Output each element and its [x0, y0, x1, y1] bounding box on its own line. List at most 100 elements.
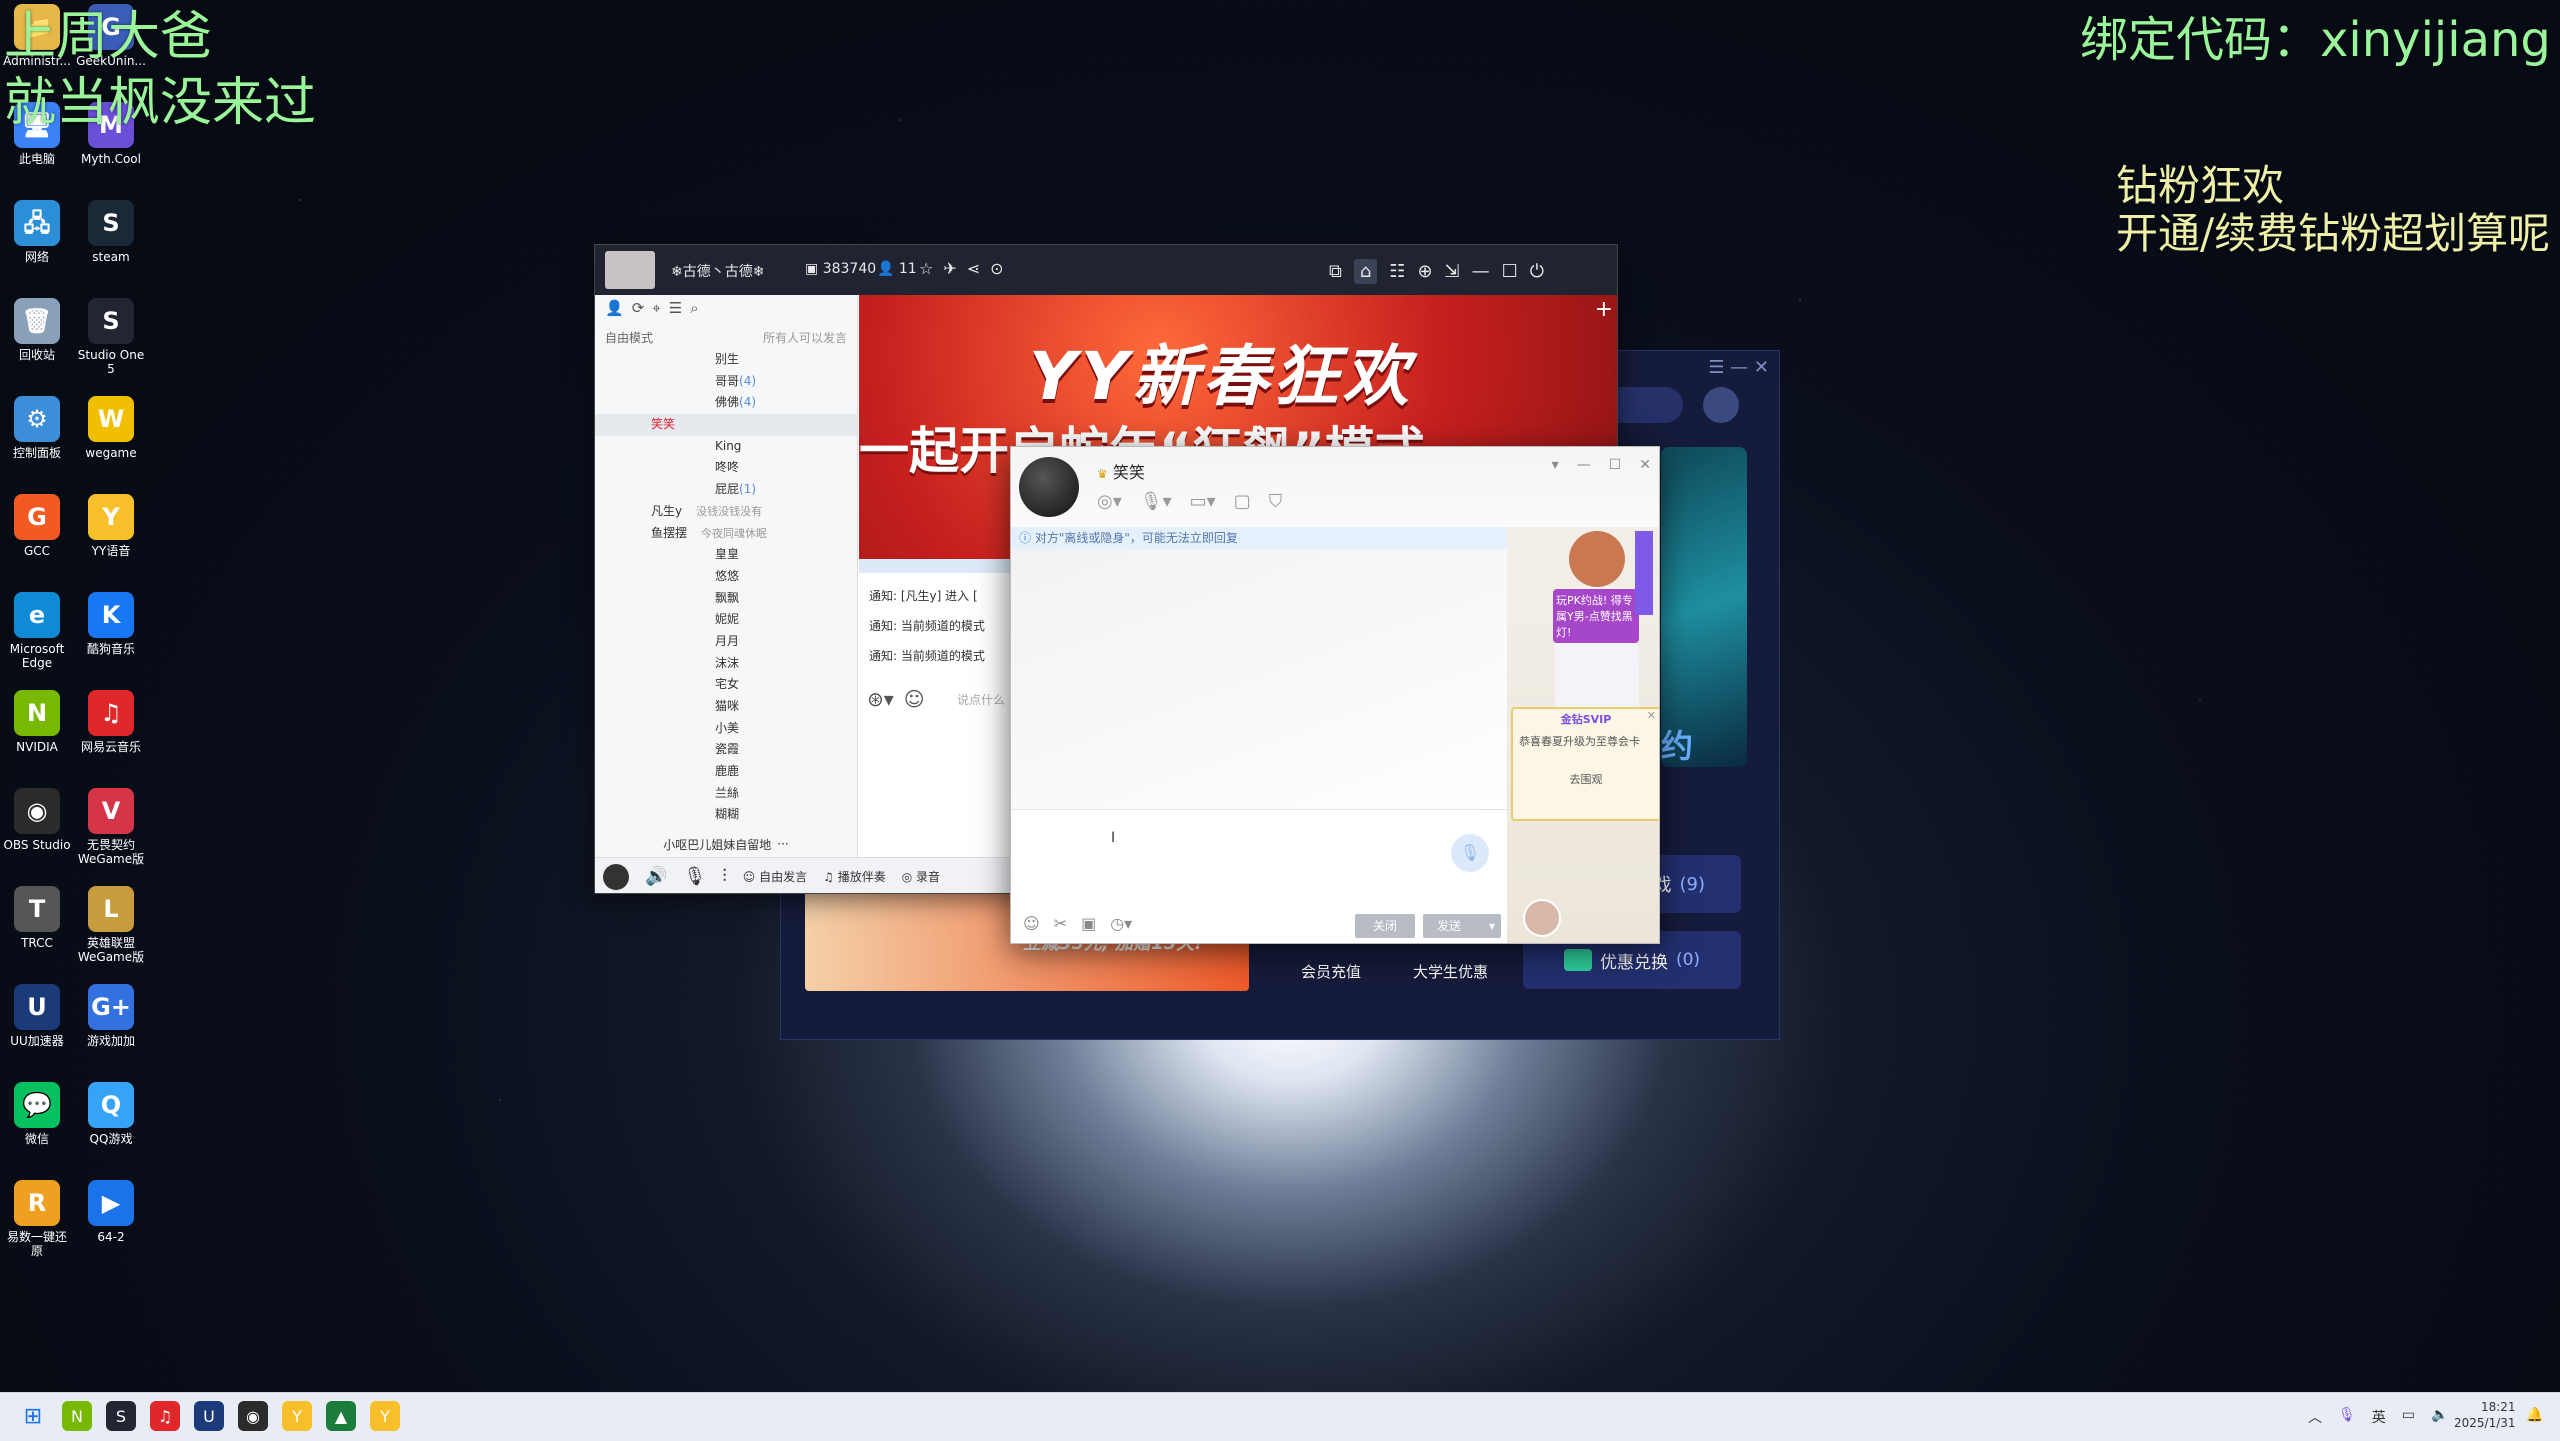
- list-item[interactable]: 笑笑: [595, 414, 857, 436]
- avatar[interactable]: [1019, 457, 1079, 517]
- mode-dropdown[interactable]: 自由模式: [605, 329, 653, 349]
- channel-chat-input[interactable]: 说点什么: [957, 691, 1005, 708]
- send-dropdown-icon[interactable]: ▾: [1489, 914, 1495, 938]
- free-speak-button[interactable]: ☺ 自由发言: [743, 868, 807, 885]
- record-button[interactable]: ◎ 录音: [902, 868, 940, 885]
- game-icon[interactable]: ◎▾: [1097, 491, 1122, 512]
- list-item[interactable]: 猫咪: [595, 696, 857, 718]
- avatar[interactable]: [1523, 899, 1561, 937]
- maximize-icon[interactable]: ☐: [1502, 261, 1518, 282]
- location-icon[interactable]: ⌖: [652, 299, 660, 325]
- list-item[interactable]: 佛佛(4): [595, 392, 857, 414]
- home-icon[interactable]: ⌂: [1353, 258, 1378, 284]
- list-item[interactable]: 别生: [595, 349, 857, 371]
- desktop-icon[interactable]: 🖧 网络: [2, 200, 72, 264]
- desktop-icon[interactable]: 💬 微信: [2, 1082, 72, 1146]
- desktop-icon[interactable]: V 无畏契约 WeGame版: [76, 788, 146, 866]
- list-item[interactable]: 哥哥(4): [595, 371, 857, 393]
- list-icon[interactable]: ☷: [1389, 261, 1405, 282]
- list-item[interactable]: 瓷霞: [595, 739, 857, 761]
- list-item[interactable]: 宅女: [595, 674, 857, 696]
- app-icon[interactable]: ▲: [326, 1401, 356, 1431]
- scissors-icon[interactable]: ✂: [1054, 914, 1067, 933]
- list-item[interactable]: 屁屁(1): [595, 479, 857, 501]
- bg-window-controls[interactable]: ☰ — ✕: [1708, 357, 1769, 378]
- student-discount-link[interactable]: 大学生优惠: [1413, 961, 1488, 982]
- desktop-icon[interactable]: ▶ 64-2: [76, 1180, 146, 1244]
- list-item[interactable]: 糊糊: [595, 804, 857, 826]
- channel-action-icons[interactable]: ☆✈⋖⊙: [919, 259, 1014, 278]
- list-item[interactable]: King: [595, 436, 857, 458]
- desktop-icon[interactable]: Wwegame: [76, 396, 146, 460]
- list-item[interactable]: 沫沫: [595, 653, 857, 675]
- yy-icon[interactable]: Y: [282, 1401, 312, 1431]
- volume-icon[interactable]: 🔈: [2431, 1407, 2448, 1427]
- emoji-icon[interactable]: ☺: [904, 687, 925, 711]
- minimize-icon[interactable]: —: [1577, 457, 1591, 473]
- close-icon[interactable]: ✕: [1639, 457, 1651, 473]
- list-item[interactable]: 妮妮: [595, 609, 857, 631]
- list-item[interactable]: 飘飘: [595, 588, 857, 610]
- obs-icon[interactable]: ◉: [238, 1401, 268, 1431]
- list-item[interactable]: 皇皇: [595, 544, 857, 566]
- uu-icon[interactable]: U: [194, 1401, 224, 1431]
- gamepad-icon[interactable]: ⊕: [1417, 261, 1432, 282]
- folder-icon[interactable]: ▭▾: [1190, 491, 1216, 512]
- dropdown-icon[interactable]: ▾: [1552, 457, 1559, 473]
- list-item[interactable]: 悠悠: [595, 566, 857, 588]
- network-icon[interactable]: ▭: [2402, 1407, 2415, 1427]
- desktop-icon[interactable]: Ssteam: [76, 200, 146, 264]
- member-recharge-link[interactable]: 会员充值: [1301, 961, 1361, 982]
- list-item[interactable]: 月月: [595, 631, 857, 653]
- desktop-icon[interactable]: L 英雄联盟 WeGame版: [76, 886, 146, 964]
- list-item[interactable]: 鹿鹿: [595, 761, 857, 783]
- maximize-icon[interactable]: ☐: [1609, 457, 1622, 473]
- mic-icon[interactable]: 🎙: [683, 866, 706, 887]
- list-item[interactable]: 小美: [595, 718, 857, 740]
- shield-icon[interactable]: ⛉: [1269, 491, 1283, 512]
- mic-icon[interactable]: 🎙▾: [1140, 491, 1172, 512]
- avatar[interactable]: [603, 863, 629, 890]
- desktop-icon[interactable]: R 易数一键还原: [2, 1180, 72, 1258]
- yy-chat-icon[interactable]: Y: [370, 1401, 400, 1431]
- equalizer-icon[interactable]: ⫶: [722, 866, 727, 887]
- list-item[interactable]: 兰絲: [595, 783, 857, 805]
- avatar[interactable]: [1703, 387, 1739, 423]
- notification-bell-icon[interactable]: 🔔: [2526, 1407, 2543, 1423]
- desktop-icon[interactable]: K 酷狗音乐: [76, 592, 146, 656]
- gamepad-icon[interactable]: ⊛▾: [867, 687, 894, 711]
- close-icon[interactable]: ✕: [1647, 709, 1656, 722]
- netease-music-icon[interactable]: ♫: [150, 1401, 180, 1431]
- svip-view-button[interactable]: 去围观: [1513, 771, 1659, 787]
- power-icon[interactable]: ⏻: [1530, 261, 1544, 282]
- voice-input-icon[interactable]: 🎙: [1451, 834, 1489, 872]
- minimize-icon[interactable]: —: [1472, 261, 1490, 282]
- studio-one-icon[interactable]: S: [106, 1401, 136, 1431]
- search-icon[interactable]: ⌕: [690, 299, 698, 325]
- desktop-icon[interactable]: S Studio One 5: [76, 298, 146, 376]
- ad-side-tag[interactable]: [1635, 531, 1653, 615]
- banner-add-icon[interactable]: +: [1595, 297, 1613, 322]
- download-icon[interactable]: ⇲: [1445, 261, 1460, 282]
- mic-icon[interactable]: 🎙: [2338, 1407, 2356, 1427]
- desktop-icon[interactable]: ⚙ 控制面板: [2, 396, 72, 460]
- refresh-icon[interactable]: ⟳: [632, 299, 645, 325]
- input-language[interactable]: 英: [2372, 1407, 2386, 1427]
- accompany-button[interactable]: ♫ 播放伴奏: [823, 868, 886, 885]
- desktop-icon[interactable]: Y YY语音: [76, 494, 146, 558]
- desktop-icon[interactable]: G GCC: [2, 494, 72, 558]
- emoji-icon[interactable]: ☺: [1023, 914, 1040, 933]
- desktop-icon[interactable]: G+ 游戏加加: [76, 984, 146, 1048]
- close-button[interactable]: 关闭: [1355, 914, 1415, 938]
- nvidia-icon[interactable]: N: [62, 1401, 92, 1431]
- speaker-icon[interactable]: 🔊: [645, 866, 667, 887]
- message-icon[interactable]: ▢: [1234, 491, 1251, 512]
- list-item[interactable]: 凡生y 没钱没钱没有: [595, 501, 857, 523]
- image-icon[interactable]: ▣: [1081, 914, 1096, 933]
- desktop-icon[interactable]: ♫ 网易云音乐: [76, 690, 146, 754]
- user-icon[interactable]: 👤: [605, 299, 624, 325]
- clock[interactable]: 18:21 2025/1/31: [2454, 1399, 2516, 1431]
- group-footer[interactable]: 小呕巴儿姐妹自留地 ···: [595, 831, 857, 857]
- video-icon[interactable]: ⧉: [1329, 261, 1342, 282]
- notes-icon[interactable]: ☰: [669, 299, 682, 325]
